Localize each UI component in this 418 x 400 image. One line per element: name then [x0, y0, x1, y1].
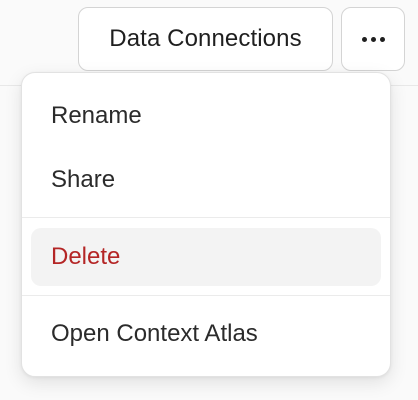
data-connections-label: Data Connections — [109, 25, 302, 52]
dot — [361, 36, 367, 42]
menu-divider — [22, 295, 390, 296]
dot — [370, 36, 376, 42]
menu-item-open-context-atlas[interactable]: Open Context Atlas — [31, 305, 381, 363]
app-stage: Data Connections Rename Share Delete Ope… — [0, 0, 418, 400]
data-connections-button[interactable]: Data Connections — [78, 7, 333, 71]
menu-item-delete[interactable]: Delete — [31, 228, 381, 286]
menu-item-label: Share — [51, 166, 116, 193]
menu-item-label: Delete — [51, 243, 121, 270]
menu-item-label: Rename — [51, 102, 142, 129]
menu-divider — [22, 217, 390, 218]
menu-item-share[interactable]: Share — [31, 151, 381, 209]
ellipsis-horizontal-icon — [361, 36, 385, 42]
options-dropdown-menu: Rename Share Delete Open Context Atlas — [21, 72, 391, 377]
menu-item-rename[interactable]: Rename — [31, 87, 381, 145]
dot — [379, 36, 385, 42]
more-options-button[interactable] — [341, 7, 405, 71]
menu-item-label: Open Context Atlas — [51, 320, 258, 347]
